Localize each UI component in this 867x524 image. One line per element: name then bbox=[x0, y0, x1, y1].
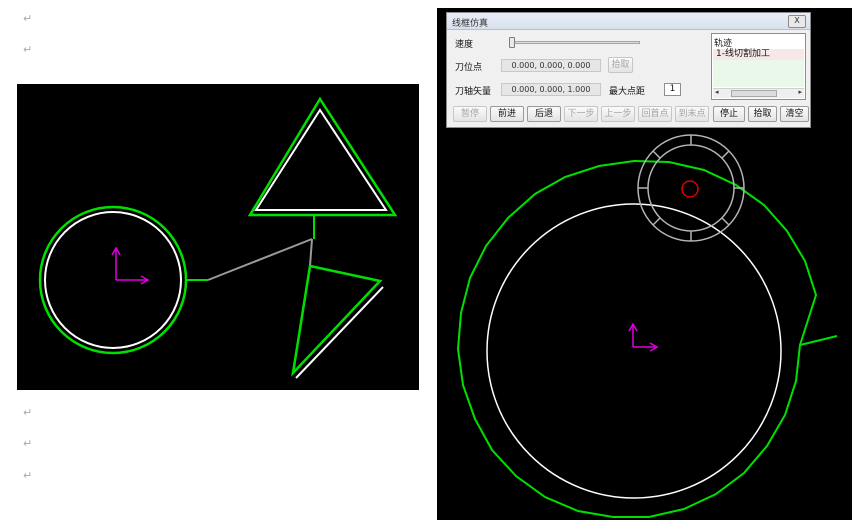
list-empty-area bbox=[713, 60, 804, 87]
trajectory-list-item[interactable]: 1-线切割加工 bbox=[713, 49, 804, 60]
dialog-titlebar[interactable]: 线框仿真 X bbox=[447, 13, 810, 30]
tool-position-marker bbox=[681, 180, 699, 198]
scrollbar-thumb[interactable] bbox=[731, 90, 777, 97]
speed-label: 速度 bbox=[455, 40, 474, 50]
next-step-button[interactable]: 下一步 bbox=[564, 106, 598, 122]
lead-line-green bbox=[799, 335, 838, 346]
tool-axis-label: 刀轴矢量 bbox=[455, 87, 492, 97]
list-horizontal-scrollbar[interactable]: ◂ ▸ bbox=[713, 88, 804, 98]
wedge-path-green bbox=[291, 264, 383, 377]
circle-path-green bbox=[38, 205, 188, 355]
tool-point-field: 0.000, 0.000, 0.000 bbox=[501, 59, 601, 72]
connector-line-gray bbox=[207, 238, 313, 281]
triangle-contour-white bbox=[254, 108, 388, 211]
connector-line-gray-2 bbox=[309, 238, 313, 267]
to-last-point-button[interactable]: 到末点 bbox=[675, 106, 709, 122]
max-distance-input[interactable]: 1 bbox=[664, 83, 681, 96]
stop-button[interactable]: 停止 bbox=[713, 106, 745, 122]
dialog-title: 线框仿真 bbox=[452, 19, 489, 29]
tool-axis-field: 0.000, 0.000, 1.000 bbox=[501, 83, 601, 96]
big-circle-contour-white bbox=[486, 203, 782, 499]
prev-step-button[interactable]: 上一步 bbox=[601, 106, 635, 122]
trajectory-list[interactable]: 轨迹 1-线切割加工 ◂ ▸ bbox=[711, 33, 806, 100]
wedge-contour-white bbox=[295, 286, 384, 379]
tool-point-label: 刀位点 bbox=[455, 63, 483, 73]
pause-button[interactable]: 暂停 bbox=[453, 106, 487, 122]
big-circle-path-green bbox=[456, 159, 818, 518]
paragraph-mark: ↵ bbox=[23, 43, 33, 56]
paragraph-mark: ↵ bbox=[23, 12, 33, 25]
left-cad-viewport[interactable] bbox=[17, 84, 419, 390]
clear-button[interactable]: 清空 bbox=[780, 106, 809, 122]
pick-point-button[interactable]: 拾取 bbox=[608, 57, 633, 73]
left-cad-drawing bbox=[38, 96, 398, 379]
pick-trajectory-button[interactable]: 拾取 bbox=[748, 106, 777, 122]
forward-button[interactable]: 前进 bbox=[490, 106, 524, 122]
to-first-point-button[interactable]: 回首点 bbox=[638, 106, 672, 122]
paragraph-mark: ↵ bbox=[23, 437, 33, 450]
paragraph-mark: ↵ bbox=[23, 469, 33, 482]
close-button[interactable]: X bbox=[788, 15, 806, 28]
paragraph-mark: ↵ bbox=[23, 406, 33, 419]
tool-holder-icon bbox=[637, 134, 745, 242]
axis-triad-icon bbox=[628, 322, 659, 352]
speed-slider-thumb[interactable] bbox=[508, 37, 515, 48]
trajectory-list-header: 轨迹 bbox=[714, 39, 733, 49]
scroll-left-icon[interactable]: ◂ bbox=[715, 88, 719, 96]
scroll-right-icon[interactable]: ▸ bbox=[798, 88, 802, 96]
circle-contour-white bbox=[44, 211, 182, 349]
back-button[interactable]: 后退 bbox=[527, 106, 561, 122]
speed-slider-track[interactable] bbox=[509, 41, 640, 44]
wireframe-simulation-dialog: 线框仿真 X 速度 刀位点 0.000, 0.000, 0.000 拾取 刀轴矢… bbox=[446, 12, 811, 128]
triangle-path-green bbox=[247, 96, 398, 217]
max-distance-label: 最大点距 bbox=[609, 87, 646, 97]
axis-triad-icon bbox=[111, 246, 150, 285]
